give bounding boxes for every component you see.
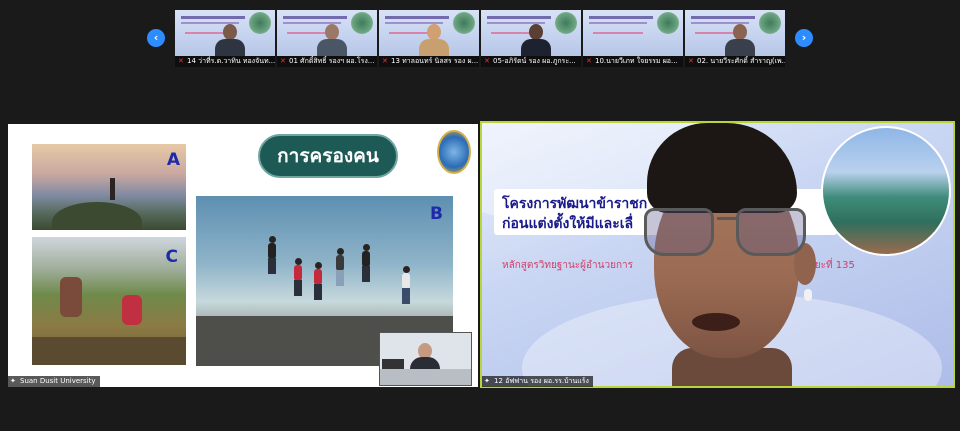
participant-video bbox=[215, 24, 245, 56]
speaker-slide-line1: โครงการพัฒนาข้าราชก bbox=[502, 196, 648, 212]
pin-icon: ✦ bbox=[10, 377, 16, 385]
participant-video bbox=[725, 24, 755, 56]
filmstrip-prev-button[interactable]: ‹ bbox=[147, 29, 165, 47]
logo-icon bbox=[555, 12, 577, 34]
logo-icon bbox=[351, 12, 373, 34]
presenter-self-view[interactable] bbox=[379, 332, 472, 386]
logo-icon bbox=[249, 12, 271, 34]
participant-tile[interactable]: ✕ 14 ว่าที่ร.ต.วาทิน ทองจันท... bbox=[175, 10, 275, 67]
participant-name: ✕ 10.นายวีเภท ใจยรรม ผอ... bbox=[583, 56, 683, 67]
shared-screen[interactable]: A C B การครองคน bbox=[8, 124, 478, 387]
pin-icon: ✦ bbox=[484, 377, 490, 385]
photo-label-a: A bbox=[166, 150, 180, 170]
building-photo bbox=[821, 126, 951, 256]
mic-muted-icon: ✕ bbox=[382, 57, 388, 65]
slide-photo-a: A bbox=[32, 144, 186, 230]
slide-title: การครองคน bbox=[258, 134, 398, 178]
logo-icon bbox=[759, 12, 781, 34]
photo-label-c: C bbox=[165, 247, 178, 267]
participant-video bbox=[317, 24, 347, 56]
university-seal-icon bbox=[437, 130, 471, 174]
participant-video bbox=[521, 24, 551, 56]
participant-tile[interactable]: ✕ 02. นายวีระศักดิ์ สำราญ(เพ... bbox=[685, 10, 785, 67]
participant-name: ✕ 05-อภิรัตน์ รอง ผอ.ภูกระ... bbox=[481, 56, 581, 67]
participant-name: ✕ 13 ทาลอนทร์ นิลสร รอง ผ... bbox=[379, 56, 479, 67]
chevron-left-icon: ‹ bbox=[153, 31, 159, 44]
logo-icon bbox=[453, 12, 475, 34]
participant-tile[interactable]: ✕ 10.นายวีเภท ใจยรรม ผอ... bbox=[583, 10, 683, 67]
speaker-person bbox=[632, 123, 832, 386]
shared-screen-owner: ✦ Suan Dusit University bbox=[8, 376, 100, 387]
glasses-left bbox=[644, 208, 714, 256]
filmstrip-next-button[interactable]: › bbox=[795, 29, 813, 47]
speaker-slide-subtitle: หลักสูตรวิทยฐานะผู้อำนวยการ bbox=[502, 260, 633, 271]
logo-icon bbox=[657, 12, 679, 34]
mic-muted-icon: ✕ bbox=[688, 57, 694, 65]
participant-tile[interactable]: ✕ 01 ศักดิ์สิทธิ์ รองฯ ผอ.โรง... bbox=[277, 10, 377, 67]
slide-photo-c: C bbox=[32, 237, 186, 365]
mic-muted-icon: ✕ bbox=[280, 57, 286, 65]
participant-video bbox=[419, 24, 449, 56]
photo-label-b: B bbox=[430, 204, 443, 224]
chevron-right-icon: › bbox=[801, 31, 807, 44]
video-meeting-window: ‹ ✕ 14 ว่าที่ร.ต.วาทิน ทองจันท... ✕ 01 ศัก… bbox=[0, 0, 960, 431]
mic-muted-icon: ✕ bbox=[586, 57, 592, 65]
participant-tile[interactable]: ✕ 13 ทาลอนทร์ นิลสร รอง ผ... bbox=[379, 10, 479, 67]
mic-muted-icon: ✕ bbox=[484, 57, 490, 65]
participant-name: ✕ 02. นายวีระศักดิ์ สำราญ(เพ... bbox=[685, 56, 785, 67]
participant-name: ✕ 14 ว่าที่ร.ต.วาทิน ทองจันท... bbox=[175, 56, 275, 67]
speaker-slide-line2: ก่อนแต่งตั้งให้มีและเลื่ bbox=[502, 216, 634, 232]
glasses-right bbox=[736, 208, 806, 256]
active-speaker-name: ✦ 12 อัฟฟาน รอง ผอ.รร.บ้านแร้ง bbox=[482, 376, 593, 387]
active-speaker-video[interactable]: โครงการพัฒนาข้าราชก ก่อนแต่งตั้งให้มีและ… bbox=[480, 121, 955, 388]
earbud-icon bbox=[804, 289, 812, 301]
participant-name: ✕ 01 ศักดิ์สิทธิ์ รองฯ ผอ.โรง... bbox=[277, 56, 377, 67]
mic-muted-icon: ✕ bbox=[178, 57, 184, 65]
participant-tile[interactable]: ✕ 05-อภิรัตน์ รอง ผอ.ภูกระ... bbox=[481, 10, 581, 67]
